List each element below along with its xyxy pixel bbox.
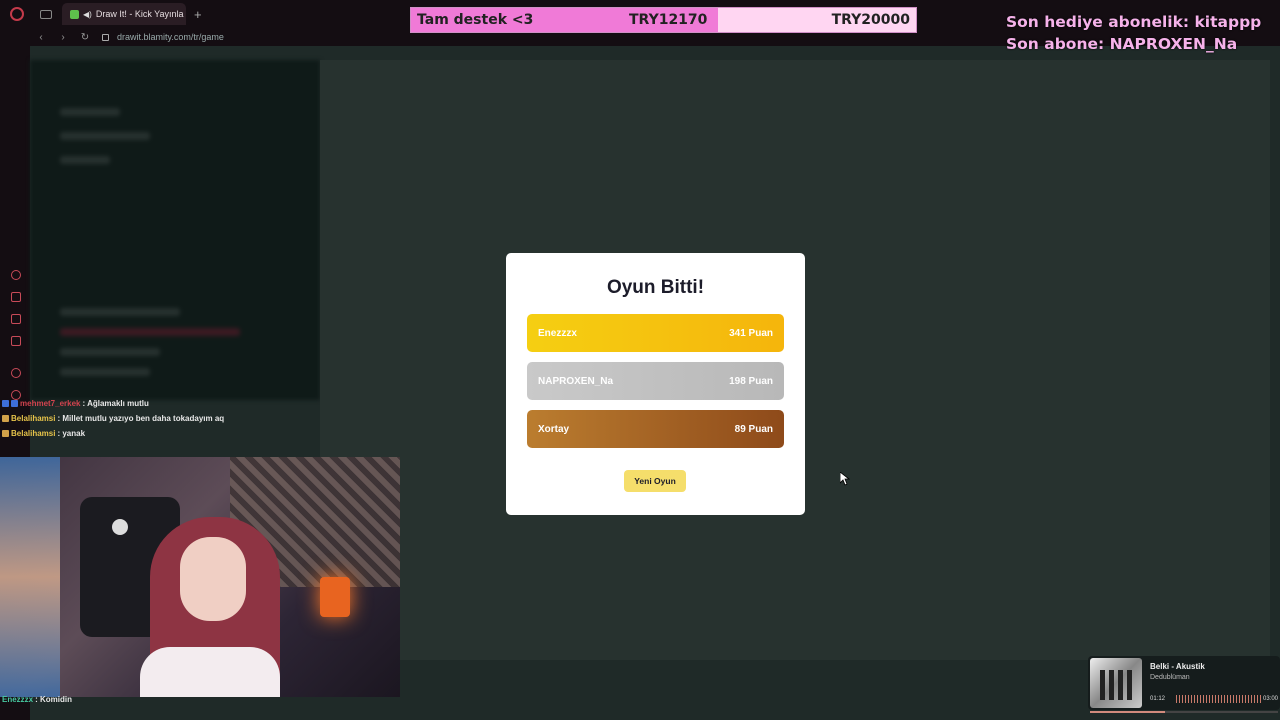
score-row-second: NAPROXEN_Na 198 Puan (527, 362, 784, 400)
stream-chat-bottom: Enezzzx : Komidin (2, 692, 302, 707)
time-total: 03:00 (1262, 696, 1278, 702)
player-name: Xortay (538, 423, 570, 435)
tab-title: Draw It! - Kick Yayınla (95, 9, 184, 19)
sidebar-history-icon[interactable] (11, 270, 21, 280)
score-row-third: Xortay 89 Puan (527, 410, 784, 448)
blurred-player-list (30, 60, 320, 400)
new-tab-button[interactable]: + (194, 7, 202, 22)
chat-message: Belalihamsi : Millet mutlu yazıyo ben da… (2, 411, 382, 426)
stream-chat: mehmet7_erkek : Ağlamaklı mutlu Belaliha… (2, 396, 382, 441)
chat-badge-icon (2, 400, 9, 407)
subscriber-info: Son hediye abonelik: kitappp Son abone: … (1006, 11, 1262, 55)
goal-title: Tam destek <3 (417, 12, 534, 28)
song-artist: Dedublüman (1150, 674, 1190, 681)
sidebar-edit-icon[interactable] (11, 314, 21, 324)
url-field[interactable]: drawit.blamity.com/tr/game (117, 32, 224, 42)
last-gift-sub-text: Son hediye abonelik: kitappp (1006, 13, 1262, 31)
streamer-webcam (0, 457, 400, 697)
chat-username: Belalihamsi (11, 429, 56, 438)
player-points: 341 Puan (729, 327, 773, 339)
sidebar-m-icon[interactable] (11, 336, 21, 346)
chat-username: mehmet7_erkek (20, 399, 81, 408)
speaker-icon[interactable]: ◀) (83, 10, 92, 19)
album-cover (1090, 658, 1142, 708)
song-title: Belki - Akustik (1150, 662, 1205, 671)
player-points: 198 Puan (729, 375, 773, 387)
sidebar-play-icon[interactable] (11, 368, 21, 378)
back-icon[interactable]: ‹ (36, 32, 46, 43)
score-row-first: Enezzzx 341 Puan (527, 314, 784, 352)
chat-message: Belalihamsi : yanak (2, 426, 382, 441)
goal-target-amount: TRY20000 (831, 12, 910, 28)
chat-username: Enezzzx (2, 695, 34, 704)
song-progress-fill (1090, 711, 1166, 713)
modal-title: Oyun Bitti! (606, 277, 705, 298)
sidebar-bag-icon[interactable] (11, 292, 21, 302)
chat-badge-icon (2, 430, 9, 437)
chat-text: : Millet mutlu yazıyo ben daha tokadayım… (57, 414, 225, 423)
now-playing-widget: Belki - Akustik Dedublüman 01:12 03:00 (1088, 656, 1280, 713)
new-game-button[interactable]: Yeni Oyun (624, 470, 686, 492)
chat-message: mehmet7_erkek : Ağlamaklı mutlu (2, 396, 382, 411)
last-sub-text: Son abone: NAPROXEN_Na (1006, 35, 1238, 53)
tab-manager-icon[interactable] (40, 9, 52, 19)
browser-tab-active[interactable]: ◀) Draw It! - Kick Yayınla (62, 3, 186, 25)
goal-current-amount: TRY12170 (629, 12, 708, 28)
lock-icon[interactable] (102, 33, 109, 41)
forward-icon[interactable]: › (58, 32, 68, 43)
chat-text: : yanak (57, 429, 86, 438)
site-favicon-icon (70, 9, 79, 19)
mouse-cursor-icon (840, 472, 850, 486)
player-points: 89 Puan (734, 423, 773, 435)
chat-text: : Ağlamaklı mutlu (82, 399, 149, 408)
opera-browser-icon[interactable] (10, 7, 24, 21)
donation-goal-bar: Tam destek <3 TRY12170 TRY20000 (410, 7, 917, 33)
time-elapsed: 01:12 (1150, 696, 1166, 702)
player-name: Enezzzx (538, 327, 577, 339)
chat-text: : Komidin (35, 695, 73, 704)
waveform-icon (1176, 695, 1262, 703)
player-name: NAPROXEN_Na (538, 375, 614, 387)
game-over-modal: Oyun Bitti! Enezzzx 341 Puan NAPROXEN_Na… (506, 253, 805, 515)
chat-badge-icon (2, 415, 9, 422)
chat-badge-icon (11, 400, 18, 407)
chat-username: Belalihamsi (11, 414, 56, 423)
chat-message: Enezzzx : Komidin (2, 692, 302, 707)
reload-icon[interactable]: ↻ (80, 32, 90, 43)
